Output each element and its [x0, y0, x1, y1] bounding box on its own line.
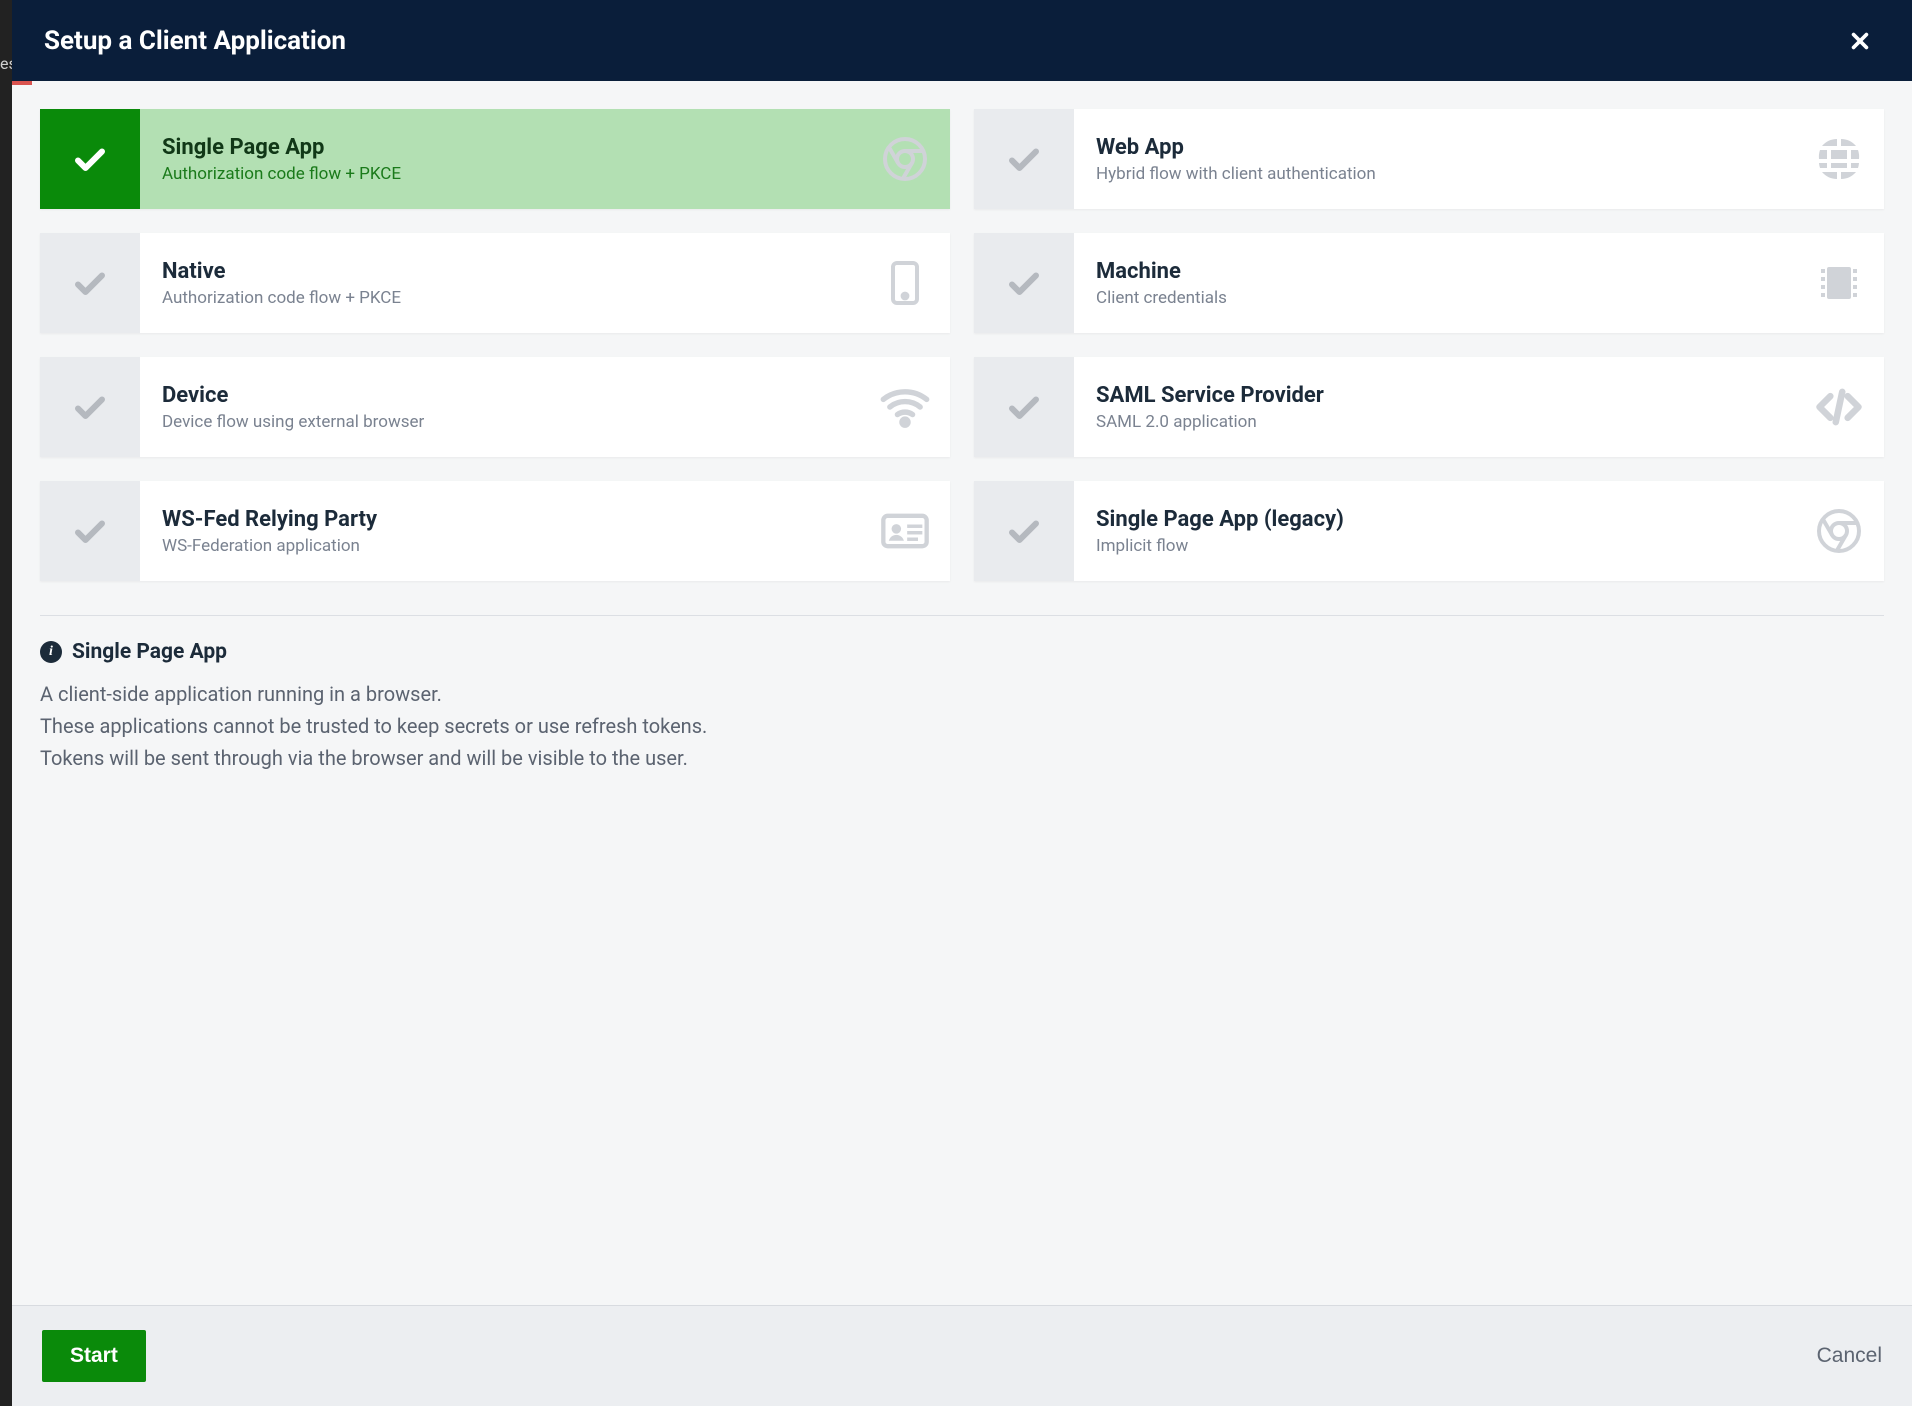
- card-title: Single Page App (legacy): [1096, 507, 1772, 532]
- card-description: Authorization code flow + PKCE: [162, 164, 838, 184]
- card-title: Single Page App: [162, 135, 838, 160]
- check-icon: [72, 141, 108, 177]
- check-icon: [1006, 513, 1042, 549]
- info-title: Single Page App: [72, 640, 227, 664]
- check-icon: [72, 389, 108, 425]
- card-check-indicator: [974, 357, 1074, 457]
- card-body: Single Page App (legacy) Implicit flow: [1074, 481, 1794, 581]
- start-button[interactable]: Start: [42, 1330, 146, 1382]
- app-type-grid: Single Page App Authorization code flow +…: [40, 109, 1884, 581]
- card-description: Implicit flow: [1096, 536, 1772, 556]
- card-title: Native: [162, 259, 838, 284]
- chip-icon: [1794, 233, 1884, 333]
- card-title: SAML Service Provider: [1096, 383, 1772, 408]
- modal-header: Setup a Client Application: [12, 0, 1912, 81]
- close-icon: [1849, 30, 1871, 52]
- card-check-indicator: [40, 357, 140, 457]
- modal-body: Single Page App Authorization code flow +…: [12, 81, 1912, 1305]
- cancel-button[interactable]: Cancel: [1817, 1344, 1882, 1368]
- card-title: WS-Fed Relying Party: [162, 507, 838, 532]
- card-body: Single Page App Authorization code flow +…: [140, 109, 860, 209]
- card-description: Device flow using external browser: [162, 412, 838, 432]
- card-body: SAML Service Provider SAML 2.0 applicatio…: [1074, 357, 1794, 457]
- card-check-indicator: [974, 109, 1074, 209]
- check-icon: [72, 265, 108, 301]
- card-body: Device Device flow using external browser: [140, 357, 860, 457]
- card-body: WS-Fed Relying Party WS-Federation applic…: [140, 481, 860, 581]
- info-icon: i: [40, 641, 62, 663]
- card-description: Authorization code flow + PKCE: [162, 288, 838, 308]
- card-body: Machine Client credentials: [1074, 233, 1794, 333]
- card-check-indicator: [974, 481, 1074, 581]
- globe-icon: [1794, 109, 1884, 209]
- modal-footer: Start Cancel: [12, 1305, 1912, 1406]
- app-type-card[interactable]: Web App Hybrid flow with client authentic…: [974, 109, 1884, 209]
- wifi-icon: [860, 357, 950, 457]
- idcard-icon: [860, 481, 950, 581]
- card-description: SAML 2.0 application: [1096, 412, 1772, 432]
- setup-client-modal: Setup a Client Application Single Page A…: [12, 0, 1912, 1406]
- check-icon: [1006, 265, 1042, 301]
- card-title: Web App: [1096, 135, 1772, 160]
- app-type-card[interactable]: WS-Fed Relying Party WS-Federation applic…: [40, 481, 950, 581]
- card-title: Device: [162, 383, 838, 408]
- chrome-icon: [1794, 481, 1884, 581]
- divider: [40, 615, 1884, 616]
- info-block: i Single Page App A client-side applicat…: [40, 640, 1884, 774]
- app-type-card[interactable]: SAML Service Provider SAML 2.0 applicatio…: [974, 357, 1884, 457]
- app-type-card[interactable]: Native Authorization code flow + PKCE: [40, 233, 950, 333]
- info-text: A client-side application running in a b…: [40, 678, 1884, 774]
- check-icon: [72, 513, 108, 549]
- card-body: Web App Hybrid flow with client authentic…: [1074, 109, 1794, 209]
- card-check-indicator: [974, 233, 1074, 333]
- card-body: Native Authorization code flow + PKCE: [140, 233, 860, 333]
- check-icon: [1006, 389, 1042, 425]
- card-description: Client credentials: [1096, 288, 1772, 308]
- card-description: Hybrid flow with client authentication: [1096, 164, 1772, 184]
- app-type-card[interactable]: Machine Client credentials: [974, 233, 1884, 333]
- mobile-icon: [860, 233, 950, 333]
- code-icon: [1794, 357, 1884, 457]
- app-type-card[interactable]: Single Page App Authorization code flow +…: [40, 109, 950, 209]
- card-check-indicator: [40, 233, 140, 333]
- card-description: WS-Federation application: [162, 536, 838, 556]
- card-check-indicator: [40, 481, 140, 581]
- modal-title: Setup a Client Application: [44, 26, 346, 56]
- app-type-card[interactable]: Single Page App (legacy) Implicit flow: [974, 481, 1884, 581]
- close-button[interactable]: [1840, 21, 1880, 61]
- card-title: Machine: [1096, 259, 1772, 284]
- chrome-icon: [860, 109, 950, 209]
- card-check-indicator: [40, 109, 140, 209]
- app-type-card[interactable]: Device Device flow using external browser: [40, 357, 950, 457]
- check-icon: [1006, 141, 1042, 177]
